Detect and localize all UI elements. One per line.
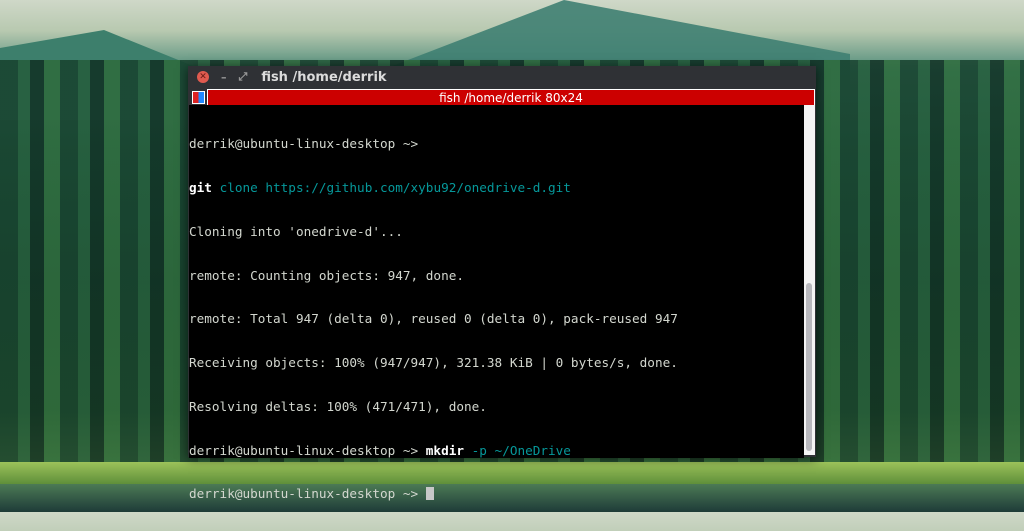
prompt: derrik@ubuntu-linux-desktop ~>: [189, 486, 419, 502]
terminal-output[interactable]: derrik@ubuntu-linux-desktop ~> git clone…: [189, 105, 804, 501]
tab-bar: fish /home/derrik 80x24: [189, 89, 815, 105]
terminal-line: Receiving objects: 100% (947/947), 321.3…: [189, 355, 678, 371]
maximize-button[interactable]: ⤢: [239, 70, 248, 84]
terminal-line: derrik@ubuntu-linux-desktop ~>: [189, 136, 804, 152]
cursor: [425, 487, 434, 501]
terminal-line: remote: Total 947 (delta 0), reused 0 (d…: [189, 311, 678, 327]
terminal-line: derrik@ubuntu-linux-desktop ~> mkdir -p …: [189, 442, 804, 459]
command: git: [189, 179, 212, 195]
command: mkdir: [425, 442, 464, 458]
title-bar[interactable]: ✕ – ⤢ fish /home/derrik: [188, 66, 816, 88]
window-title: fish /home/derrik: [261, 69, 387, 85]
terminal-menu-icon[interactable]: [189, 89, 207, 105]
terminal-line: derrik@ubuntu-linux-desktop ~>: [189, 487, 804, 502]
scrollbar[interactable]: [804, 105, 815, 455]
tab-fish[interactable]: fish /home/derrik 80x24: [207, 89, 815, 105]
terminal-line: Cloning into 'onedrive-d'...: [189, 223, 403, 239]
close-button[interactable]: ✕: [197, 71, 209, 83]
minimize-button[interactable]: –: [221, 71, 227, 84]
terminal-line: git clone https://github.com/xybu92/oned…: [189, 179, 804, 196]
prompt: derrik@ubuntu-linux-desktop ~>: [189, 442, 419, 458]
scrollbar-thumb[interactable]: [806, 283, 812, 451]
command-args: clone https://github.com/xybu92/onedrive…: [219, 179, 571, 195]
terminal-line: remote: Counting objects: 947, done.: [189, 267, 464, 283]
prompt: derrik@ubuntu-linux-desktop ~>: [189, 136, 419, 152]
command-args: -p ~/OneDrive: [471, 442, 571, 458]
terminal-window: ✕ – ⤢ fish /home/derrik fish /home/derri…: [188, 66, 816, 501]
terminal-line: Resolving deltas: 100% (471/471), done.: [189, 398, 487, 414]
